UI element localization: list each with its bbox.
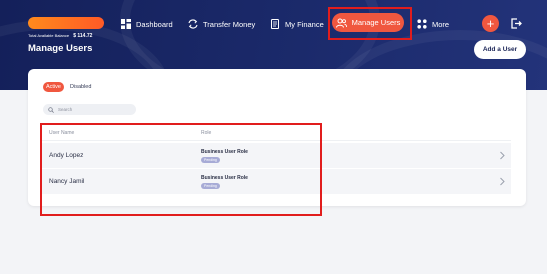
chevron-right-icon[interactable] <box>498 177 506 186</box>
transfer-icon <box>188 19 198 29</box>
nav-dashboard-label: Dashboard <box>136 19 173 29</box>
balance-label: Total Available Balance <box>28 33 70 38</box>
highlight-box-table <box>40 123 322 216</box>
search-icon <box>48 106 54 113</box>
nav-dashboard[interactable]: Dashboard <box>121 16 173 32</box>
add-button[interactable]: + <box>482 15 499 32</box>
grid-icon <box>417 19 427 29</box>
tab-disabled[interactable]: Disabled <box>70 82 91 92</box>
logout-icon[interactable] <box>511 18 522 29</box>
search-box[interactable] <box>43 104 136 115</box>
nav-my-finance-label: My Finance <box>285 19 324 29</box>
nav-more[interactable]: More <box>417 16 449 32</box>
add-user-button[interactable]: Add a User <box>474 40 526 59</box>
brand-logo[interactable] <box>28 17 104 29</box>
balance-display: Total Available Balance $ 114.72 <box>28 33 92 39</box>
tab-active[interactable]: Active <box>43 82 64 92</box>
document-icon <box>271 19 279 29</box>
highlight-box-nav <box>328 7 412 40</box>
nav-more-label: More <box>432 19 450 29</box>
page-title: Manage Users <box>28 43 93 54</box>
nav-my-finance[interactable]: My Finance <box>270 16 324 32</box>
search-input[interactable] <box>58 107 128 112</box>
balance-value: $ 114.72 <box>73 33 93 39</box>
dashboard-icon <box>121 19 131 29</box>
chevron-right-icon[interactable] <box>498 151 506 160</box>
nav-transfer-label: Transfer Money <box>203 19 256 29</box>
nav-transfer-money[interactable]: Transfer Money <box>188 16 255 32</box>
